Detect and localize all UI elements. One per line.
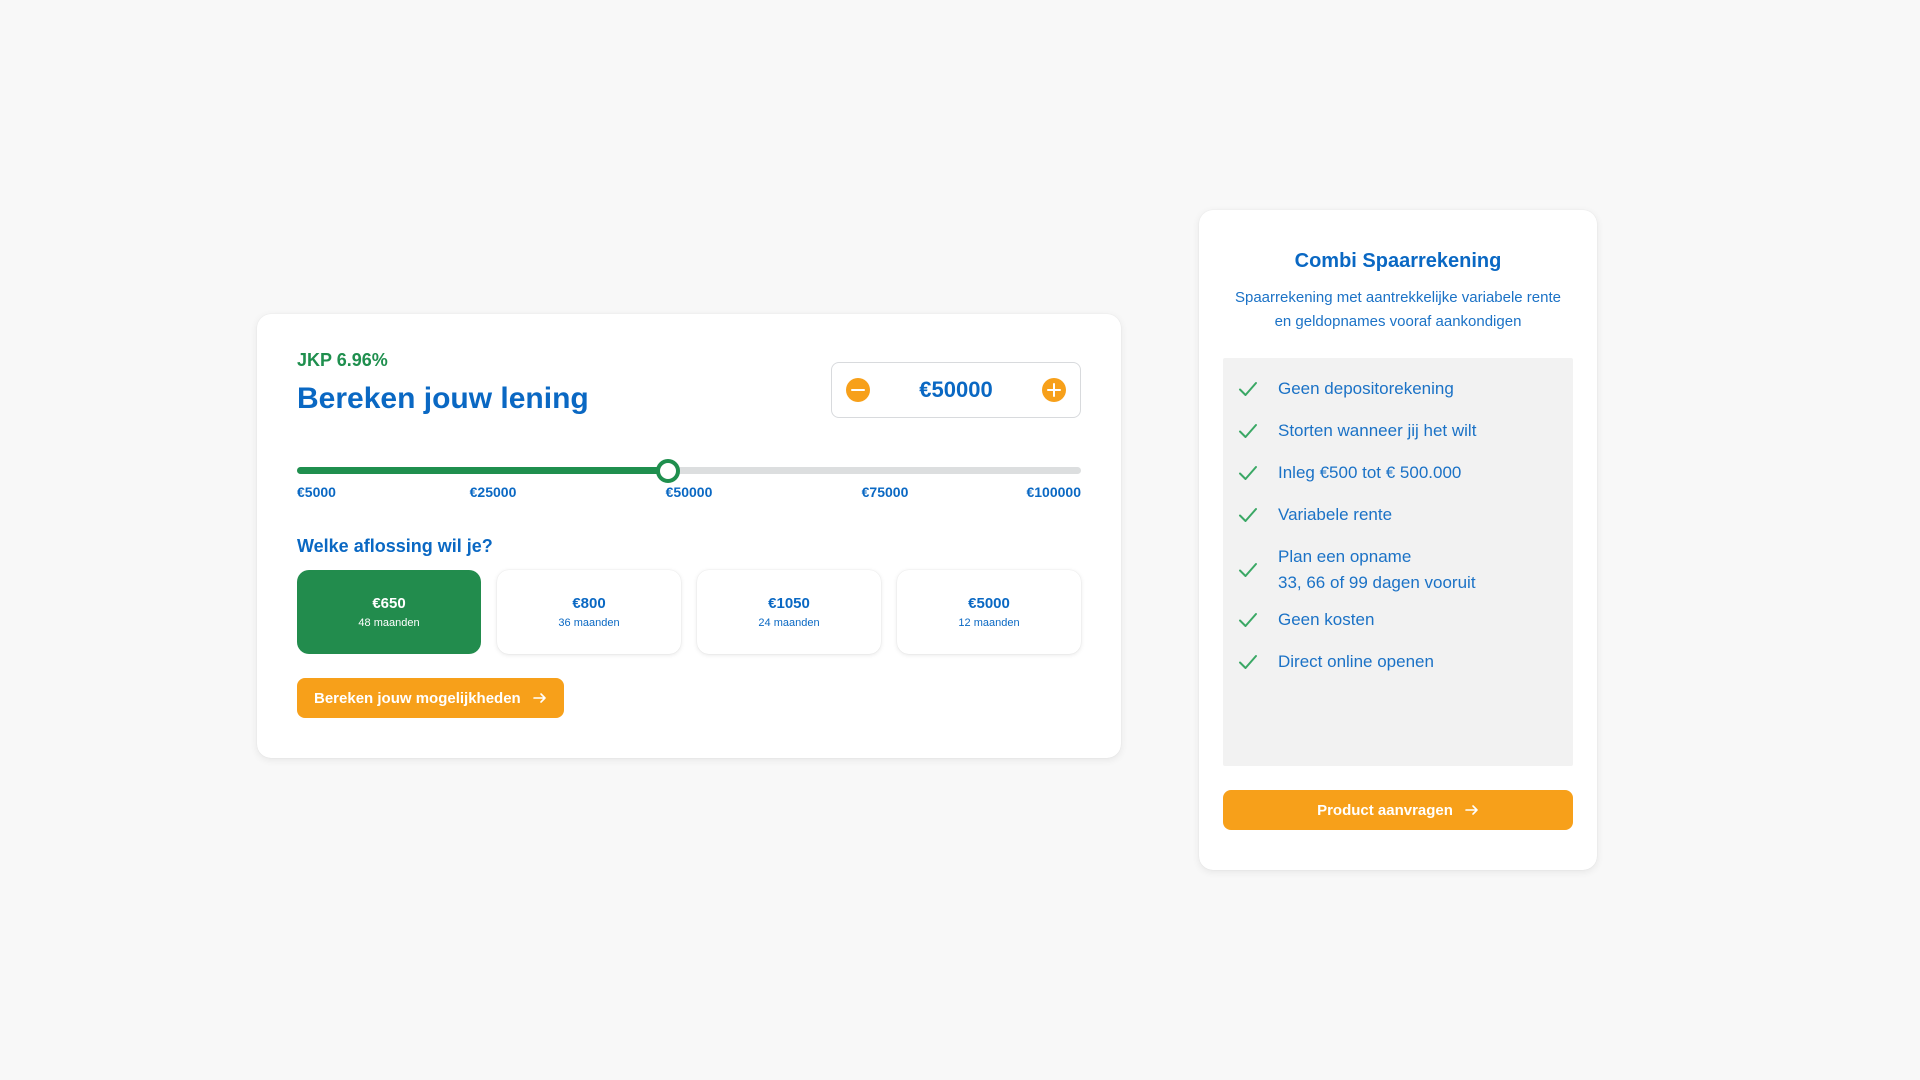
repayment-option[interactable]: €650 48 maanden <box>297 570 481 654</box>
feature-list: Geen depositorekening Storten wanneer jij… <box>1223 358 1573 766</box>
apply-product-button[interactable]: Product aanvragen <box>1223 790 1573 830</box>
amount-value: €50000 <box>919 377 993 402</box>
arrow-right-icon <box>532 693 546 703</box>
repayment-option-duration: 48 maanden <box>358 617 420 629</box>
product-description: Spaarrekening met aantrekkelijke variabe… <box>1234 289 1561 330</box>
feature-text: Geen depositorekening <box>1278 376 1454 402</box>
repayment-question: Welke aflossing wil je? <box>297 536 493 556</box>
feature-text-line: Geen depositorekening <box>1278 379 1454 398</box>
check-icon <box>1239 382 1257 396</box>
loan-title: Bereken jouw lening <box>297 382 589 415</box>
slider-thumb[interactable] <box>656 459 680 483</box>
feature-text: Plan een opname 33, 66 of 99 dagen voorui… <box>1278 544 1476 596</box>
feature-text-line: Inleg €500 tot € 500.000 <box>1278 463 1462 482</box>
slider-tick-label: €25000 <box>469 484 517 500</box>
plus-circle-icon[interactable] <box>1041 378 1066 402</box>
check-icon <box>1239 655 1257 669</box>
product-card: Combi Spaarrekening Spaarrekening met aa… <box>1199 210 1597 870</box>
repayment-option[interactable]: €800 36 maanden <box>497 570 681 654</box>
repayment-option-amount: €5000 <box>968 595 1010 612</box>
check-icon <box>1239 508 1257 522</box>
feature-text-line: Variabele rente <box>1278 505 1393 524</box>
feature-text: Storten wanneer jij het wilt <box>1278 418 1476 444</box>
slider-tick-label: €75000 <box>861 484 909 500</box>
check-icon <box>1239 466 1257 480</box>
feature-text: Direct online openen <box>1278 649 1434 675</box>
repayment-option-amount: €800 <box>572 595 606 612</box>
slider-fill <box>297 467 668 474</box>
repayment-option[interactable]: €1050 24 maanden <box>697 570 881 654</box>
amount-slider[interactable] <box>297 459 1081 483</box>
feature-text-line: Storten wanneer jij het wilt <box>1278 421 1477 440</box>
slider-tick-label: €50000 <box>665 484 713 500</box>
feature-item: Geen depositorekening <box>1223 376 1573 402</box>
product-title: Combi Spaarrekening <box>1294 250 1502 272</box>
slider-tick-label: €100000 <box>1026 484 1081 500</box>
feature-text-line: Plan een opname <box>1278 547 1412 566</box>
calculate-options-button[interactable]: Bereken jouw mogelijkheden <box>297 678 564 718</box>
feature-item: Variabele rente <box>1223 502 1573 528</box>
loan-calculator-card: JKP 6.96% Bereken jouw lening €50000 €50… <box>257 314 1121 758</box>
feature-text-line: Geen kosten <box>1278 610 1375 629</box>
feature-text: Geen kosten <box>1278 607 1374 633</box>
repayment-option-duration: 36 maanden <box>558 617 620 629</box>
jkp-rate: JKP 6.96% <box>297 350 388 370</box>
feature-item: Direct online openen <box>1223 649 1573 675</box>
feature-item: Inleg €500 tot € 500.000 <box>1223 460 1573 486</box>
calculate-options-label: Bereken jouw mogelijkheden <box>314 689 521 707</box>
slider-tick-labels: €5000 €25000 €50000 €75000 €100000 <box>297 484 1081 504</box>
feature-text-line: 33, 66 of 99 dagen vooruit <box>1278 573 1476 592</box>
feature-text: Inleg €500 tot € 500.000 <box>1278 460 1461 486</box>
repayment-options: €650 48 maanden €800 36 maanden €1050 24 maan… <box>297 570 1081 654</box>
feature-item: Plan een opname 33, 66 of 99 dagen voorui… <box>1223 544 1573 596</box>
check-icon <box>1239 613 1257 627</box>
repayment-option-amount: €650 <box>372 595 406 612</box>
repayment-option-amount: €1050 <box>768 595 810 612</box>
apply-product-label: Product aanvragen <box>1317 801 1453 819</box>
amount-stepper: €50000 <box>831 362 1081 418</box>
minus-circle-icon[interactable] <box>846 378 870 402</box>
repayment-option[interactable]: €5000 12 maanden <box>897 570 1081 654</box>
arrow-right-icon <box>1465 805 1478 815</box>
feature-item: Geen kosten <box>1223 607 1573 633</box>
check-icon <box>1239 424 1257 438</box>
repayment-option-duration: 12 maanden <box>958 617 1020 629</box>
slider-tick-label: €5000 <box>297 484 336 500</box>
feature-text: Variabele rente <box>1278 502 1392 528</box>
repayment-option-duration: 24 maanden <box>758 617 820 629</box>
check-icon <box>1239 563 1257 577</box>
feature-item: Storten wanneer jij het wilt <box>1223 418 1573 444</box>
page: JKP 6.96% Bereken jouw lening €50000 €50… <box>0 0 1920 1080</box>
feature-text-line: Direct online openen <box>1278 652 1434 671</box>
